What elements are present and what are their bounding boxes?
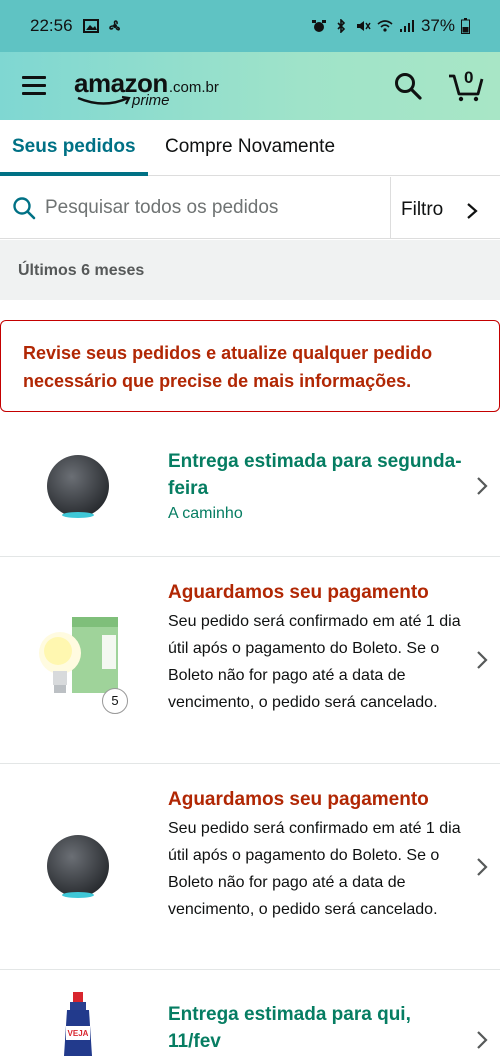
search-icon[interactable]: [394, 72, 422, 100]
order-description: Seu pedido será confirmado em até 1 dia …: [168, 820, 461, 918]
cart-button[interactable]: 0: [448, 68, 484, 102]
period-label: Últimos 6 meses: [18, 262, 145, 279]
period-header: Últimos 6 meses: [0, 240, 500, 300]
order-description: Seu pedido será confirmado em até 1 dia …: [168, 613, 461, 711]
battery-icon: [461, 18, 470, 34]
amazon-prime-logo[interactable]: amazon.com.br prime: [74, 68, 224, 109]
quantity-badge: 5: [102, 688, 128, 714]
order-substatus: A caminho: [168, 505, 243, 522]
wifi-icon: [377, 20, 393, 32]
svg-text:VEJA: VEJA: [68, 1029, 89, 1038]
order-status: Entrega estimada para segunda-feira: [168, 451, 462, 499]
order-item[interactable]: Aguardamos seu pagamento Seu pedido será…: [0, 764, 500, 970]
smart-speaker-image: [47, 455, 109, 518]
status-time: 22:56: [30, 16, 73, 35]
smile-arrow-icon: [77, 95, 131, 105]
tab-compre-novamente[interactable]: Compre Novamente: [165, 136, 335, 158]
order-status: Aguardamos seu pagamento: [168, 582, 429, 603]
filter-button[interactable]: Filtro: [401, 199, 443, 221]
chevron-right-icon[interactable]: [476, 476, 488, 496]
fan-icon: [108, 20, 120, 31]
order-search-bar: Pesquisar todos os pedidos Filtro: [0, 177, 500, 239]
chevron-right-icon[interactable]: [476, 1030, 488, 1050]
bluetooth-icon: [337, 19, 346, 33]
chevron-right-icon[interactable]: [466, 202, 478, 220]
order-item[interactable]: VEJA Entrega estimada para qui, 11/fev: [0, 970, 500, 1056]
order-item[interactable]: Aguardamos seu pagamento Seu pedido será…: [0, 557, 500, 764]
image-icon: [82, 19, 99, 33]
app-header: amazon.com.br prime: [0, 52, 500, 120]
chevron-right-icon[interactable]: [476, 857, 488, 877]
chevron-right-icon[interactable]: [476, 650, 488, 670]
battery-percent: 37%: [420, 16, 455, 35]
active-tab-indicator: [0, 172, 148, 176]
alarm-icon: [311, 20, 326, 32]
search-input[interactable]: Pesquisar todos os pedidos: [45, 197, 278, 219]
mute-icon: [356, 21, 371, 31]
divider: [390, 177, 391, 239]
cart-count: 0: [464, 68, 474, 87]
order-item[interactable]: Entrega estimada para segunda-feira A ca…: [0, 412, 500, 557]
alert-text: Revise seus pedidos e atualize qualquer …: [23, 343, 433, 391]
search-icon: [13, 197, 36, 220]
hamburger-menu-icon[interactable]: [22, 76, 46, 96]
orders-tabs: Seus pedidos Compre Novamente: [0, 120, 500, 176]
alert-box: Revise seus pedidos e atualize qualquer …: [0, 320, 500, 412]
signal-icon: [399, 20, 414, 32]
order-status: Aguardamos seu pagamento: [168, 789, 429, 810]
order-status: Entrega estimada para qui, 11/fev: [168, 1004, 411, 1052]
status-bar: 22:56 37%: [0, 0, 500, 52]
cleaner-bottle-image: VEJA: [64, 992, 92, 1056]
smart-speaker-image: [47, 835, 109, 898]
tab-seus-pedidos[interactable]: Seus pedidos: [12, 136, 136, 158]
